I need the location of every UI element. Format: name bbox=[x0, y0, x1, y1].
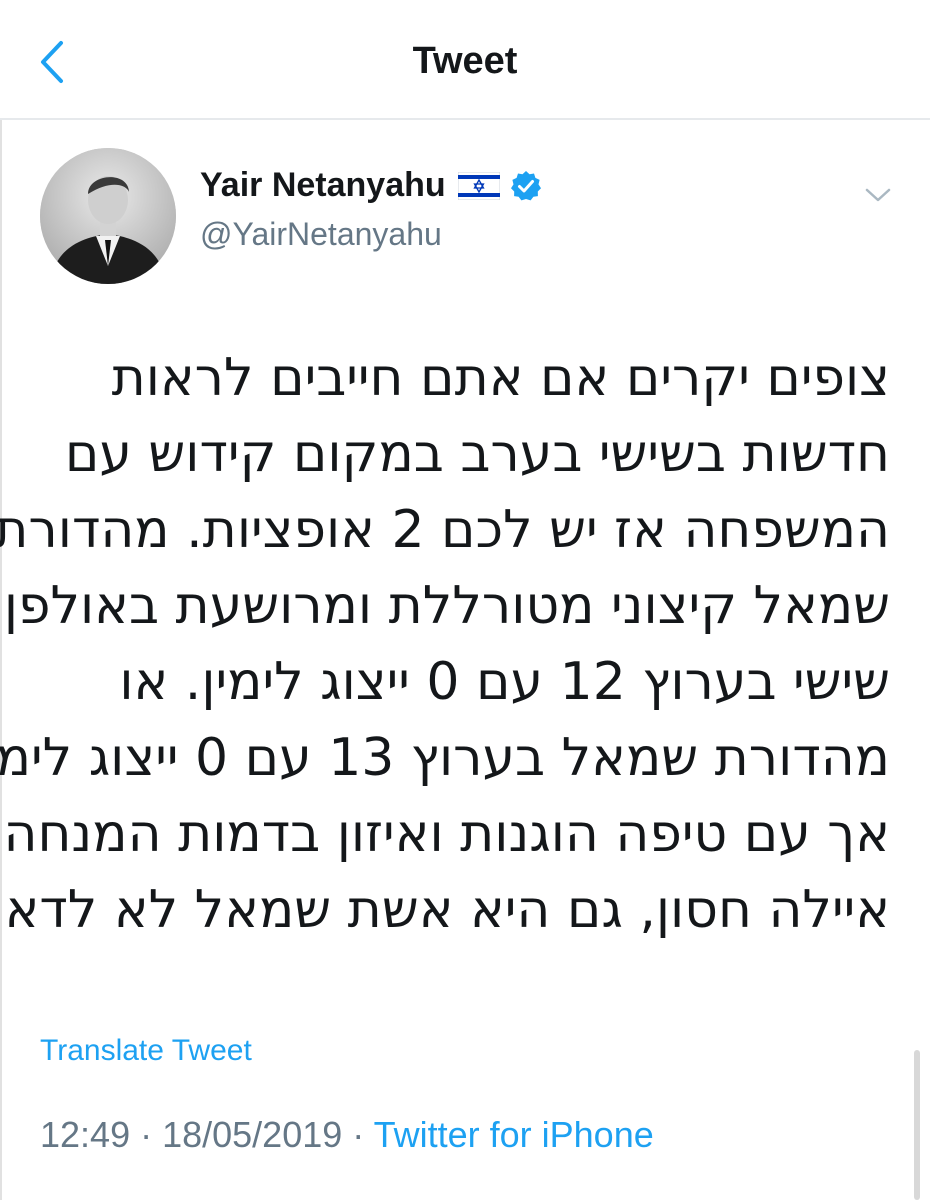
verified-badge-icon bbox=[510, 170, 541, 200]
author-row: Yair Netanyahu bbox=[200, 166, 542, 205]
meta-separator: · bbox=[342, 1114, 374, 1155]
translate-tweet-link[interactable]: Translate Tweet bbox=[40, 1034, 252, 1068]
tweet-time: 12:49 bbox=[40, 1114, 131, 1155]
tweet-text: צופים יקרים אם אתם חייבים לראות חדשות בש… bbox=[0, 340, 890, 948]
author-handle[interactable]: @YairNetanyahu bbox=[200, 216, 442, 253]
tweet-line: אך עם טיפה הוגנות ואיזון בדמות המנחה bbox=[3, 804, 890, 864]
tweet-source-link[interactable]: Twitter for iPhone bbox=[374, 1114, 654, 1155]
tweet-line: מהדורת שמאל בערוץ 13 עם 0 ייצוג לימין bbox=[0, 728, 890, 788]
avatar[interactable] bbox=[40, 148, 176, 284]
page-title: Tweet bbox=[412, 40, 518, 82]
israel-flag-icon bbox=[457, 171, 500, 200]
tweet-line: המשפחה אז יש לכם 2 אופציות. מהדורת bbox=[0, 500, 890, 560]
tweet-line: שמאל קיצוני מטורללת ומרושעת באולפן bbox=[3, 576, 890, 636]
tweet-metadata: 12:49 · 18/05/2019 · Twitter for iPhone bbox=[40, 1114, 654, 1156]
author-name[interactable]: Yair Netanyahu bbox=[200, 166, 446, 205]
tweet-line: איילה חסון, גם היא אשת שמאל לא לדאוג bbox=[0, 880, 890, 940]
chevron-down-icon bbox=[865, 188, 891, 202]
tweet-line: חדשות בשישי בערב במקום קידוש עם bbox=[64, 424, 890, 484]
meta-separator: · bbox=[130, 1114, 163, 1155]
more-options-button[interactable] bbox=[858, 180, 898, 210]
tweet-line: צופים יקרים אם אתם חייבים לראות bbox=[111, 348, 890, 408]
tweet-date: 18/05/2019 bbox=[162, 1114, 343, 1155]
tweet-line: שישי בערוץ 12 עם 0 ייצוג לימין. או bbox=[119, 652, 890, 712]
avatar-image bbox=[40, 148, 176, 284]
navigation-bar: Tweet bbox=[0, 0, 930, 120]
screen-edge bbox=[0, 0, 2, 1200]
scrollbar[interactable] bbox=[914, 1050, 920, 1200]
